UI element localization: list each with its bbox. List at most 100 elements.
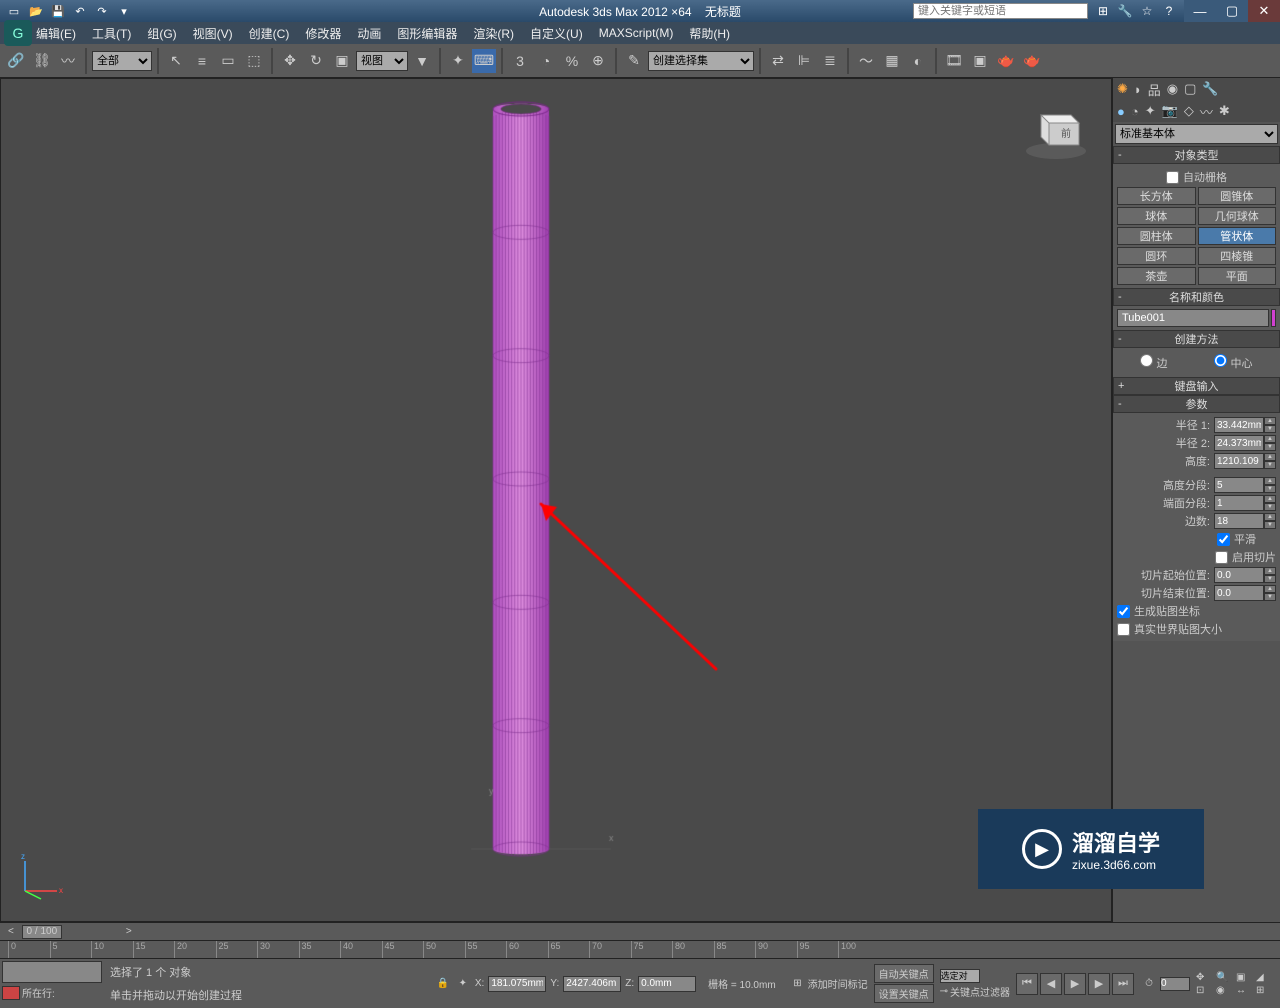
minimize-button[interactable]: — [1184, 0, 1216, 22]
primitive-圆柱体[interactable]: 圆柱体 [1117, 227, 1196, 245]
keyboard-shortcut-icon[interactable]: ⌨ [472, 49, 496, 73]
menu-graph[interactable]: 图形编辑器 [397, 25, 457, 42]
qat-more-icon[interactable]: ▾ [114, 2, 134, 20]
rotate-icon[interactable]: ↻ [304, 49, 328, 73]
lights-tab-icon[interactable]: ✦ [1145, 103, 1156, 119]
radius1-down[interactable]: ▼ [1264, 425, 1276, 433]
create-edge-radio[interactable]: 边 [1140, 354, 1167, 371]
snap-percent-icon[interactable]: % [560, 49, 584, 73]
new-icon[interactable]: ▭ [4, 2, 24, 20]
menu-create[interactable]: 创建(C) [249, 25, 290, 42]
menu-help[interactable]: 帮助(H) [689, 25, 730, 42]
max-viewport-icon[interactable]: ⊞ [1256, 985, 1274, 996]
undo-icon[interactable]: ↶ [70, 2, 90, 20]
schematic-icon[interactable]: ▦ [880, 49, 904, 73]
save-icon[interactable]: 💾 [48, 2, 68, 20]
mini-listener[interactable] [2, 961, 102, 983]
key-filter-button[interactable]: 关键点过滤器 [950, 984, 1010, 999]
cseg-input[interactable] [1214, 495, 1264, 511]
primitive-平面[interactable]: 平面 [1198, 267, 1277, 285]
slice-from-input[interactable] [1214, 567, 1264, 583]
menu-custom[interactable]: 自定义(U) [530, 25, 583, 42]
primitive-球体[interactable]: 球体 [1117, 207, 1196, 225]
primitive-四棱锥[interactable]: 四棱锥 [1198, 247, 1277, 265]
real-world-checkbox[interactable] [1117, 623, 1130, 636]
rollout-object-type[interactable]: -对象类型 [1113, 146, 1280, 164]
rollout-params[interactable]: -参数 [1113, 395, 1280, 413]
geometry-tab-icon[interactable]: ● [1117, 104, 1125, 119]
maximize-button[interactable]: ▢ [1216, 0, 1248, 22]
refcoord-dropdown[interactable]: 视图 [356, 51, 408, 71]
viewcube-icon[interactable]: 前 [1021, 93, 1091, 163]
material-icon[interactable]: ◐ [906, 49, 930, 73]
primitive-长方体[interactable]: 长方体 [1117, 187, 1196, 205]
snap-angle-icon[interactable]: ◔ [534, 49, 558, 73]
select-icon[interactable]: ↖ [164, 49, 188, 73]
render-icon[interactable]: 🫖 [994, 49, 1018, 73]
star-icon[interactable]: ☆ [1138, 2, 1156, 20]
snap-spinner-icon[interactable]: ⊕ [586, 49, 610, 73]
orbit-icon[interactable]: ◉ [1216, 985, 1234, 996]
systems-tab-icon[interactable]: ✱ [1219, 103, 1230, 119]
display-tab-icon[interactable]: ▢ [1184, 81, 1196, 97]
edit-named-icon[interactable]: ✎ [622, 49, 646, 73]
time-config-icon[interactable]: ⏱ [1140, 975, 1158, 993]
coord-y-input[interactable] [563, 976, 621, 992]
menu-animation[interactable]: 动画 [357, 25, 381, 42]
time-tag-icon[interactable]: ⊞ [793, 978, 801, 989]
render-prod-icon[interactable]: 🫖 [1020, 49, 1044, 73]
radius1-input[interactable] [1214, 417, 1264, 433]
window-cross-icon[interactable]: ⬚ [242, 49, 266, 73]
color-swatch[interactable] [1271, 309, 1276, 327]
time-slider[interactable]: < 0 / 100 > [0, 922, 1280, 940]
lock-icon[interactable]: 🔒 [435, 976, 451, 992]
create-center-radio[interactable]: 中心 [1214, 354, 1252, 371]
radius2-input[interactable] [1214, 435, 1264, 451]
helpers-tab-icon[interactable]: ◇ [1184, 103, 1194, 119]
create-tab-icon[interactable]: ✺ [1117, 81, 1128, 97]
rect-select-icon[interactable]: ▭ [216, 49, 240, 73]
rollout-keyboard[interactable]: +键盘输入 [1113, 377, 1280, 395]
smooth-checkbox[interactable] [1217, 533, 1230, 546]
move-icon[interactable]: ✥ [278, 49, 302, 73]
cameras-tab-icon[interactable]: 📷 [1162, 103, 1178, 119]
coord-x-input[interactable] [488, 976, 546, 992]
rollout-name-color[interactable]: -名称和颜色 [1113, 288, 1280, 306]
menu-edit[interactable]: 编辑(E) [36, 25, 76, 42]
curve-editor-icon[interactable]: 〜 [854, 49, 878, 73]
search-input[interactable] [913, 3, 1088, 19]
modify-tab-icon[interactable]: ◗ [1134, 82, 1142, 97]
wrench-icon[interactable]: 🔧 [1116, 2, 1134, 20]
named-selection-dropdown[interactable]: 创建选择集 [648, 51, 754, 71]
set-key-button[interactable]: 设置关键点 [874, 984, 934, 1003]
viewport-canvas[interactable] [1, 79, 1061, 859]
slice-on-checkbox[interactable] [1215, 551, 1228, 564]
height-input[interactable] [1214, 453, 1264, 469]
primitive-茶壶[interactable]: 茶壶 [1117, 267, 1196, 285]
hierarchy-tab-icon[interactable]: 品 [1148, 80, 1161, 99]
add-time-tag[interactable]: 添加时间标记 [808, 976, 868, 991]
primitive-圆环[interactable]: 圆环 [1117, 247, 1196, 265]
goto-start-icon[interactable]: ⏮ [1016, 973, 1038, 995]
render-frame-icon[interactable]: ▣ [968, 49, 992, 73]
help-icon[interactable]: ? [1160, 2, 1178, 20]
category-dropdown[interactable]: 标准基本体 [1115, 124, 1278, 144]
filter-dropdown[interactable]: 全部 [92, 51, 152, 71]
current-frame-input[interactable] [1160, 977, 1190, 991]
rollout-create-method[interactable]: -创建方法 [1113, 330, 1280, 348]
coord-z-input[interactable] [638, 976, 696, 992]
auto-key-button[interactable]: 自动关键点 [874, 964, 934, 983]
open-icon[interactable]: 📂 [26, 2, 46, 20]
next-frame-icon[interactable]: ▶ [1088, 973, 1110, 995]
primitive-几何球体[interactable]: 几何球体 [1198, 207, 1277, 225]
dolly-icon[interactable]: ↔ [1236, 985, 1254, 996]
viewport[interactable]: [ + ][ 正交 ][ 真实 + 边面 ] 前 z x [0, 78, 1112, 922]
menu-modifiers[interactable]: 修改器 [305, 25, 341, 42]
sides-input[interactable] [1214, 513, 1264, 529]
scale-icon[interactable]: ▣ [330, 49, 354, 73]
autogrid-checkbox[interactable] [1166, 171, 1179, 184]
redo-icon[interactable]: ↷ [92, 2, 112, 20]
isolate-icon[interactable]: ✦ [455, 976, 471, 992]
key-icon[interactable]: ⊸ [940, 986, 948, 997]
layers-icon[interactable]: ≣ [818, 49, 842, 73]
